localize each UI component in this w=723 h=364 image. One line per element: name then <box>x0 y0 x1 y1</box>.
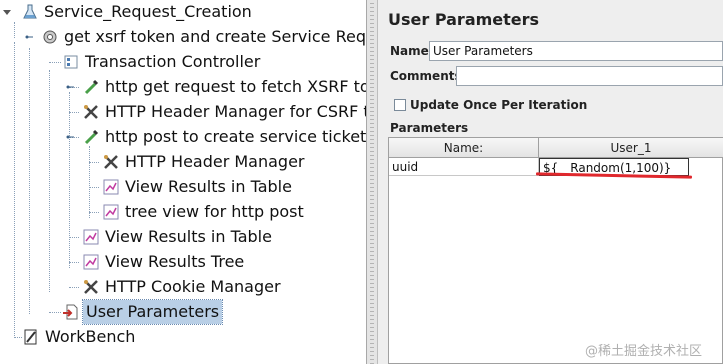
test-plan-flask-icon <box>23 4 37 19</box>
tree-node-label: http get request to fetch XSRF token <box>105 77 366 96</box>
update-once-label: Update Once Per Iteration <box>410 98 588 112</box>
listener-graph-icon <box>103 204 119 220</box>
table-header-user1[interactable]: User_1 <box>539 138 723 158</box>
listener-graph-icon <box>83 229 99 245</box>
tree-node-label: View Results in Table <box>105 227 272 246</box>
gear-icon <box>43 30 57 44</box>
tree-node-label: HTTP Header Manager <box>125 152 305 171</box>
tree-node-http-post[interactable]: http post to create service ticket <box>0 125 366 149</box>
tree-node-label: Transaction Controller <box>85 52 261 71</box>
tree-node-label: HTTP Header Manager for CSRF to <box>105 102 366 121</box>
panel-title: User Parameters <box>388 10 540 29</box>
test-plan-tree: Service_Request_Creation get xsrf token … <box>0 0 366 364</box>
table-header-name[interactable]: Name: <box>389 138 539 158</box>
tree-node-label: Service_Request_Creation <box>44 2 252 21</box>
name-field[interactable]: User Parameters <box>429 41 723 61</box>
table-cell-name[interactable]: uuid <box>389 158 539 176</box>
collapse-handle-icon[interactable] <box>25 33 33 41</box>
wrench-tools-icon <box>84 280 98 294</box>
tree-node-label: View Results in Table <box>125 177 292 196</box>
tree-node-post-tree-view[interactable]: tree view for http post <box>0 200 366 224</box>
tree-node-transaction-controller[interactable]: Transaction Controller <box>0 50 366 74</box>
tree-node-label: WorkBench <box>45 327 136 346</box>
watermark: @稀土掘金技术社区 <box>585 344 703 359</box>
controller-icon <box>64 55 78 69</box>
wrench-tools-icon <box>104 155 118 169</box>
tree-node-view-results-tree[interactable]: View Results Tree <box>0 250 366 274</box>
tree-node-workbench[interactable]: WorkBench <box>0 325 366 349</box>
tree-node-header-manager-csrf[interactable]: HTTP Header Manager for CSRF to <box>0 100 366 124</box>
collapse-handle-icon[interactable] <box>66 133 74 141</box>
parameters-label: Parameters <box>390 121 469 135</box>
workbench-icon <box>24 329 37 345</box>
tree-node-post-view-results-table[interactable]: View Results in Table <box>0 175 366 199</box>
comments-label: Comments: <box>390 69 467 83</box>
tree-node-label: HTTP Cookie Manager <box>105 277 281 296</box>
wrench-tools-icon <box>84 105 98 119</box>
preprocessor-page-icon <box>63 304 78 320</box>
comments-field[interactable] <box>456 66 723 86</box>
tree-node-label: View Results Tree <box>105 252 245 271</box>
update-once-checkbox[interactable] <box>394 99 406 111</box>
pipette-sampler-icon <box>84 79 99 95</box>
tree-node-label: http post to create service ticket <box>105 127 366 146</box>
parameters-table: Name: User_1 uuid ${__Random(1,100)} <box>388 137 723 364</box>
listener-graph-icon <box>83 254 99 270</box>
collapse-handle-icon[interactable] <box>3 8 11 16</box>
tree-node-label: User Parameters <box>81 299 224 325</box>
expand-handle-icon[interactable] <box>66 83 74 91</box>
tree-node-http-get[interactable]: http get request to fetch XSRF token <box>0 75 366 99</box>
tree-node-test-plan[interactable]: Service_Request_Creation <box>0 0 366 24</box>
splitter-grip[interactable] <box>370 0 374 364</box>
pipette-sampler-icon <box>84 129 99 145</box>
name-label: Name: <box>390 44 434 58</box>
tree-node-label: get xsrf token and create Service Reques <box>64 27 366 46</box>
user-parameters-panel: User Parameters Name: User Parameters Co… <box>378 0 723 364</box>
tree-node-cookie-manager[interactable]: HTTP Cookie Manager <box>0 275 366 299</box>
tree-node-view-results-table[interactable]: View Results in Table <box>0 225 366 249</box>
panel-splitter[interactable] <box>366 0 378 364</box>
tree-node-user-parameters[interactable]: User Parameters <box>0 299 366 325</box>
tree-node-post-header-manager[interactable]: HTTP Header Manager <box>0 150 366 174</box>
tree-node-thread-group[interactable]: get xsrf token and create Service Reques <box>0 25 366 49</box>
listener-graph-icon <box>103 179 119 195</box>
tree-node-label: tree view for http post <box>125 202 304 221</box>
